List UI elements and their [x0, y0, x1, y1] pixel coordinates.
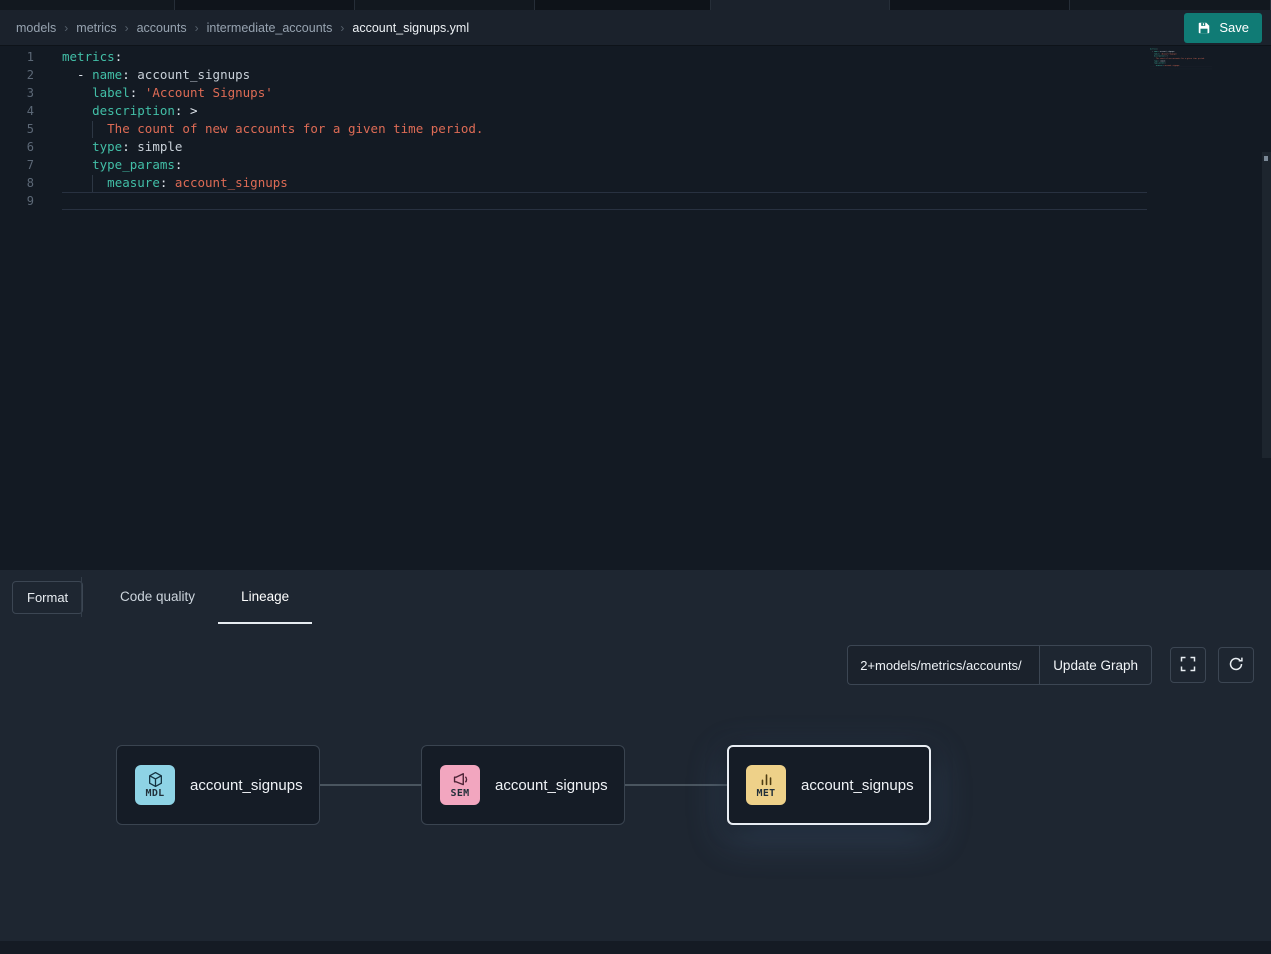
- editor-tab-bar: [0, 0, 1271, 10]
- lineage-node-met[interactable]: MET account_signups: [727, 745, 931, 825]
- code-line-9: 9: [0, 192, 1147, 210]
- lineage-node-sem[interactable]: SEM account_signups: [421, 745, 625, 825]
- refresh-button[interactable]: [1218, 647, 1254, 683]
- code-text: [1150, 67, 1212, 69]
- code-line-8: 8 measure: account_signups: [0, 174, 1147, 192]
- refresh-icon: [1228, 656, 1244, 675]
- code-line-9: 9: [1150, 67, 1212, 69]
- breadcrumb-separator: ›: [340, 21, 344, 35]
- code-line-7: 7 type_params:: [0, 156, 1147, 174]
- code-line-5: 5 The count of new accounts for a given …: [0, 120, 1147, 138]
- editor-tab-segment-4[interactable]: [535, 0, 711, 10]
- line-number: 7: [0, 156, 34, 174]
- save-icon: [1197, 21, 1211, 35]
- code-text: description: >: [62, 102, 1147, 120]
- update-graph-button[interactable]: Update Graph: [1039, 645, 1152, 685]
- breadcrumb-item-accounts[interactable]: accounts: [137, 21, 187, 35]
- code-text: label: 'Account Signups': [62, 84, 1147, 102]
- code-lines: 1metrics:2 - name: account_signups3 labe…: [0, 48, 1147, 210]
- bottom-panel: Format Code qualityLineage MDLaccount_si…: [0, 570, 1271, 954]
- editor-tab-segment-5[interactable]: [711, 0, 890, 10]
- code-text: - name: account_signups: [62, 66, 1147, 84]
- cube-icon: MDL: [135, 765, 175, 805]
- code-text: type: simple: [62, 138, 1147, 156]
- lineage-node-label: account_signups: [801, 777, 914, 794]
- code-line-1: 1 metrics:: [0, 48, 1147, 66]
- lineage-edge: [320, 784, 421, 786]
- code-text: measure: account_signups: [62, 174, 1147, 192]
- save-label: Save: [1219, 20, 1249, 35]
- breadcrumb-separator: ›: [125, 21, 129, 35]
- breadcrumb-separator: ›: [195, 21, 199, 35]
- app-window: models › metrics › accounts › intermediate_acc…: [0, 0, 1271, 954]
- line-number: 4: [0, 102, 34, 120]
- lineage-graph: MDL account_signups SEM account_signups MET a…: [0, 570, 1271, 954]
- editor-tab-segment-1[interactable]: [0, 0, 175, 10]
- code-text: type_params:: [62, 156, 1147, 174]
- line-number: 6: [0, 138, 34, 156]
- file-header: models › metrics › accounts › intermediate_acc…: [0, 10, 1271, 46]
- code-line-6: 6 type: simple: [0, 138, 1147, 156]
- lineage-node-label: account_signups: [190, 777, 303, 794]
- line-number: 9: [0, 192, 34, 210]
- bar-chart-icon: MET: [746, 765, 786, 805]
- code-text: [62, 192, 1147, 210]
- code-text: metrics:: [62, 48, 1147, 66]
- line-number: 5: [0, 120, 34, 138]
- lineage-edge: [625, 784, 727, 786]
- line-number: 3: [0, 84, 34, 102]
- editor-tab-segment-7[interactable]: [1070, 0, 1271, 10]
- expand-icon: [1180, 656, 1196, 675]
- node-type-badge: MET: [757, 788, 776, 799]
- lineage-controls: Update Graph: [847, 645, 1254, 685]
- save-button[interactable]: Save: [1184, 13, 1262, 43]
- editor-tab-segment-6[interactable]: [890, 0, 1070, 10]
- editor-tab-segment-2[interactable]: [175, 0, 355, 10]
- breadcrumb-item-account-signups-yml[interactable]: account_signups.yml: [352, 21, 469, 35]
- megaphone-icon: SEM: [440, 765, 480, 805]
- editor-scrollbar[interactable]: [1262, 152, 1271, 458]
- code-line-3: 3 label: 'Account Signups': [0, 84, 1147, 102]
- breadcrumb-item-intermediate-accounts[interactable]: intermediate_accounts: [207, 21, 333, 35]
- line-number: 1: [0, 48, 34, 66]
- node-type-badge: SEM: [451, 788, 470, 799]
- breadcrumb-item-metrics[interactable]: metrics: [76, 21, 116, 35]
- minimap[interactable]: 1metrics:2 - name: account_signups3 labe…: [1150, 48, 1212, 178]
- fullscreen-button[interactable]: [1170, 647, 1206, 683]
- breadcrumb: models › metrics › accounts › intermediate_acc…: [16, 21, 469, 35]
- code-line-2: 2 - name: account_signups: [0, 66, 1147, 84]
- code-text: The count of new accounts for a given ti…: [62, 120, 1147, 138]
- lineage-selector-input[interactable]: [847, 645, 1039, 685]
- bottom-strip: [0, 941, 1271, 954]
- lineage-node-mdl[interactable]: MDL account_signups: [116, 745, 320, 825]
- lineage-node-label: account_signups: [495, 777, 608, 794]
- line-number: 2: [0, 66, 34, 84]
- line-number: 8: [0, 174, 34, 192]
- code-editor[interactable]: 1metrics:2 - name: account_signups3 labe…: [0, 46, 1271, 570]
- node-type-badge: MDL: [146, 788, 165, 799]
- code-line-4: 4 description: >: [0, 102, 1147, 120]
- editor-tab-segment-3[interactable]: [355, 0, 535, 10]
- breadcrumb-separator: ›: [64, 21, 68, 35]
- editor-overview-ruler: [1261, 46, 1271, 570]
- breadcrumb-item-models[interactable]: models: [16, 21, 56, 35]
